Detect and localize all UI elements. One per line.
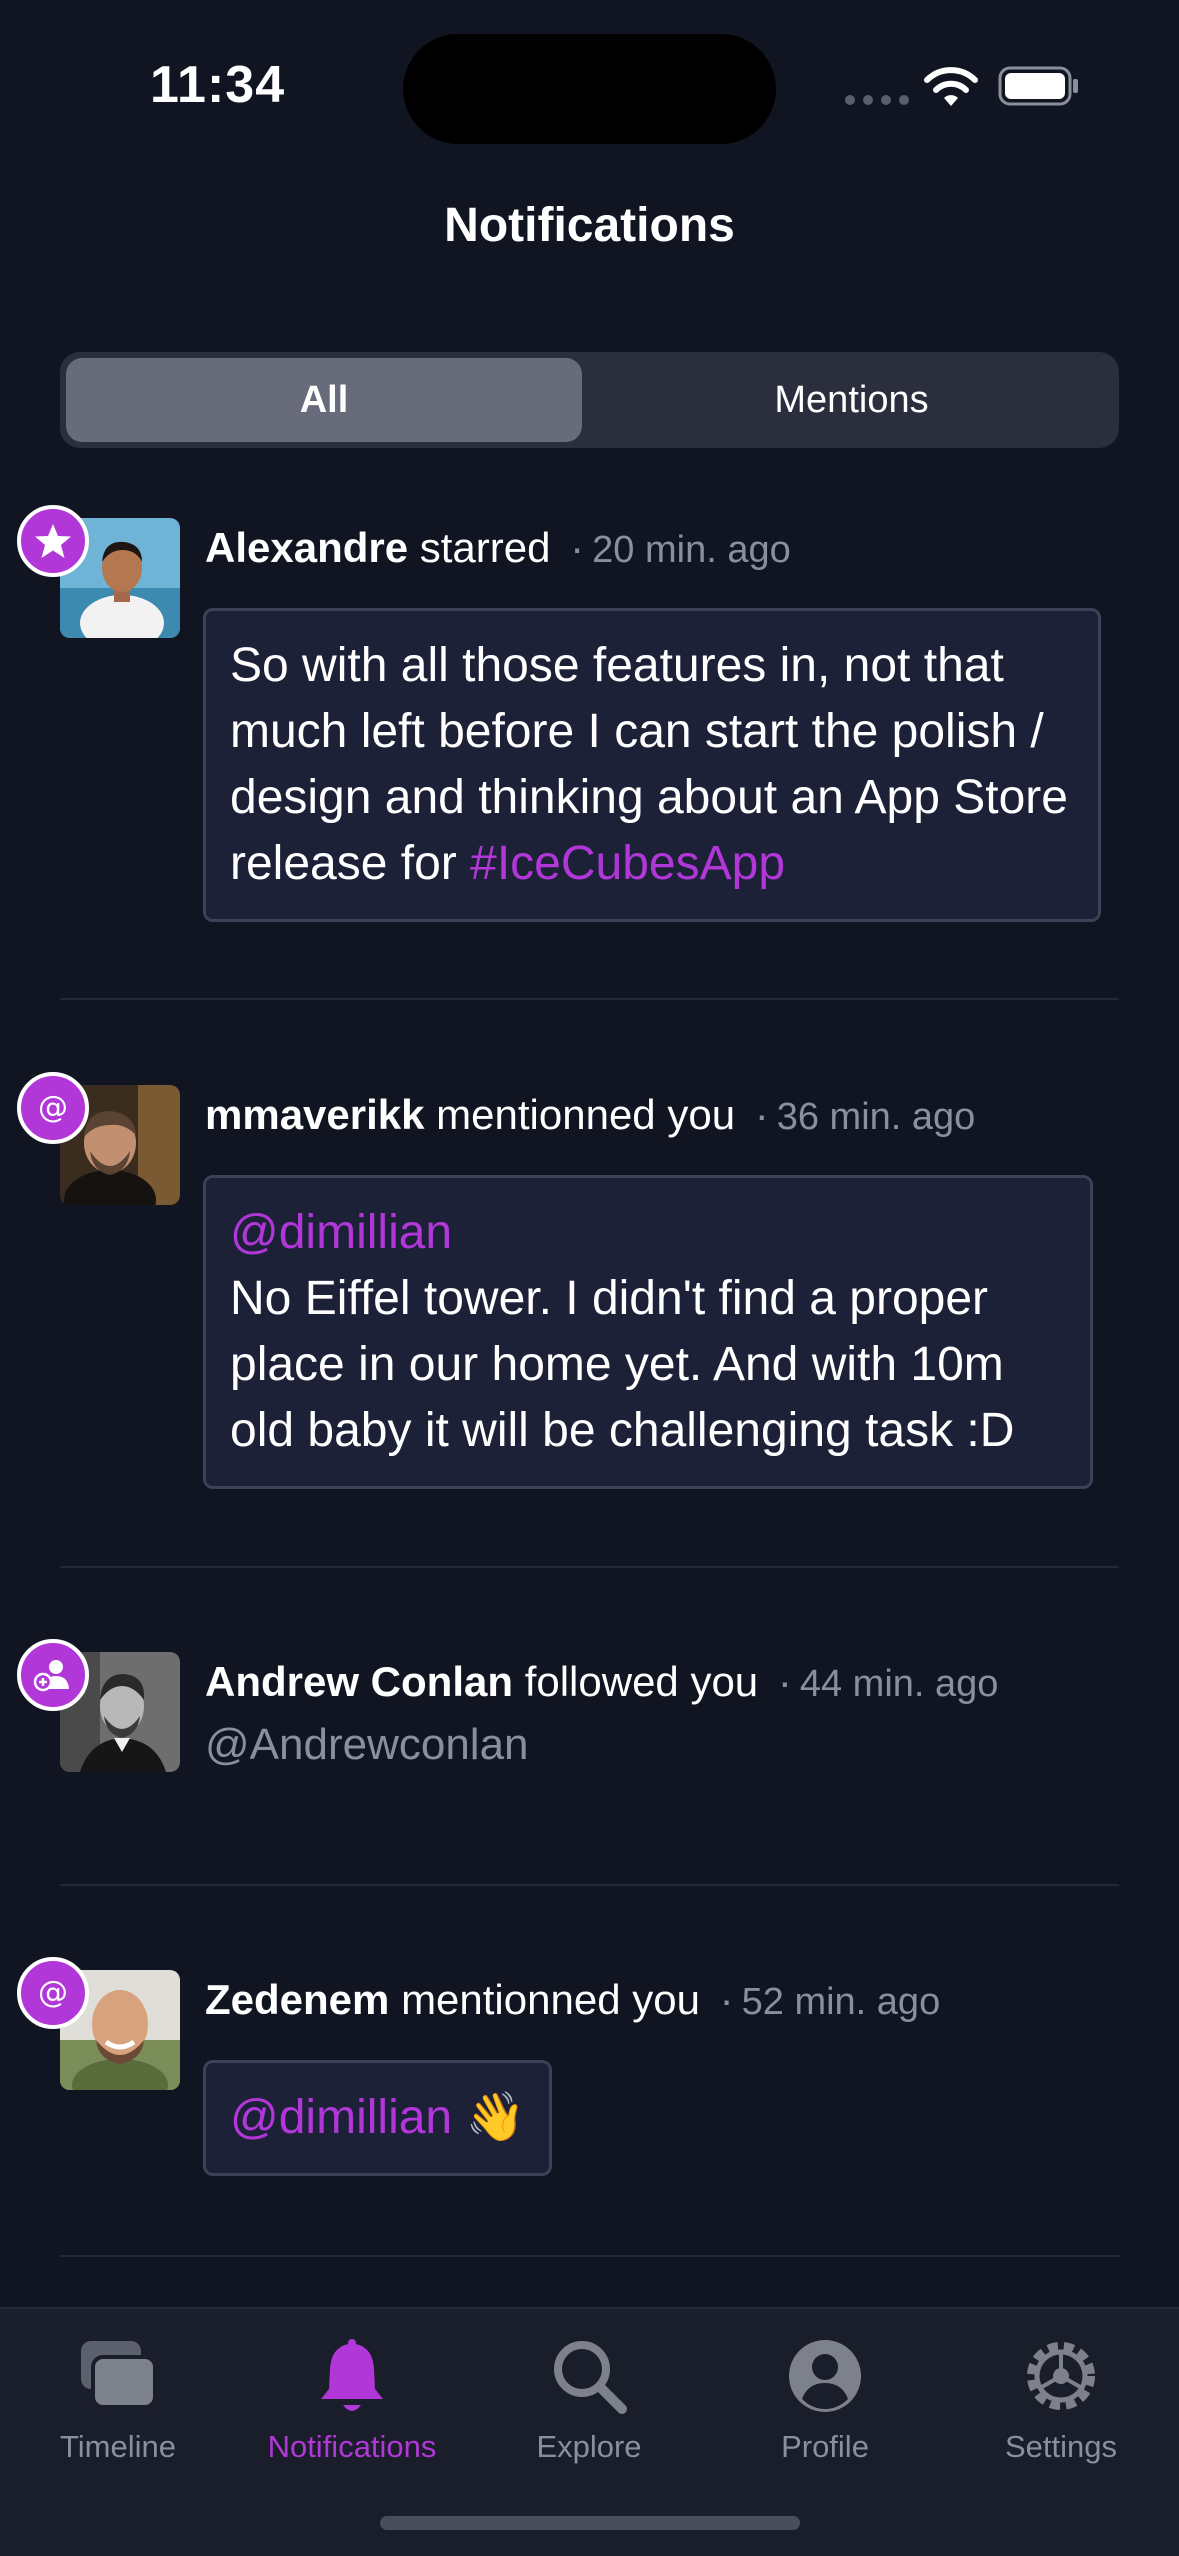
wifi-icon (924, 67, 978, 106)
account-name[interactable]: mmaverikk (205, 1091, 425, 1138)
hashtag-link[interactable]: #IceCubesApp (470, 837, 785, 890)
page-title: Notifications (444, 199, 735, 252)
mention-link[interactable]: @dimillian (230, 1200, 1066, 1266)
tab-notifications[interactable]: Notifications (234, 2331, 470, 2491)
divider (60, 998, 1119, 1000)
tab-label: Timeline (60, 2429, 176, 2464)
separator: · (754, 1091, 769, 1138)
cellular-signal-icon (845, 95, 909, 105)
timeline-icon (81, 2341, 157, 2409)
search-icon (554, 2341, 627, 2414)
status-card[interactable]: @dimillian No Eiffel tower. I didn't fin… (203, 1175, 1093, 1489)
time-ago: 44 min. ago (799, 1663, 999, 1705)
status-card[interactable]: @dimillian 👋 (203, 2060, 553, 2176)
at-icon: @ (17, 1957, 89, 2029)
separator: · (777, 1658, 792, 1705)
wave-emoji: 👋 (465, 2091, 526, 2144)
dynamic-island (403, 34, 776, 144)
account-name[interactable]: Andrew Conlan (205, 1658, 513, 1705)
separator: · (719, 1976, 734, 2023)
svg-text:@: @ (38, 1975, 68, 2010)
tab-profile[interactable]: Profile (707, 2331, 943, 2491)
notification-headline: Andrew Conlan followed you · 44 min. ago (205, 1658, 998, 1706)
separator: · (570, 524, 585, 571)
tab-settings[interactable]: Settings (943, 2331, 1179, 2491)
notification-action: mentionned you (401, 1976, 700, 2023)
star-icon (17, 505, 89, 577)
account-name[interactable]: Alexandre (205, 524, 408, 571)
notification-filter-segmented-control: All Mentions (60, 352, 1119, 448)
mention-link[interactable]: @dimillian (230, 2091, 452, 2144)
time-ago: 52 min. ago (741, 1981, 941, 2023)
time-ago: 20 min. ago (592, 529, 791, 571)
divider (60, 2255, 1119, 2257)
tab-label: Explore (536, 2429, 642, 2464)
notification-action: mentionned you (436, 1091, 736, 1138)
home-indicator (380, 2516, 800, 2530)
notification-action: followed you (524, 1658, 759, 1705)
person-add-icon (17, 1639, 89, 1711)
svg-text:@: @ (38, 1090, 68, 1125)
notification-headline: Alexandre starred · 20 min. ago (205, 524, 791, 572)
segment-mentions[interactable]: Mentions (590, 358, 1113, 442)
notification-headline: mmaverikk mentionned you · 36 min. ago (205, 1091, 975, 1139)
profile-icon (789, 2340, 861, 2412)
segment-all[interactable]: All (66, 358, 582, 442)
at-icon: @ (17, 1072, 89, 1144)
divider (60, 1566, 1119, 1568)
notification-headline: Zedenem mentionned you · 52 min. ago (205, 1976, 940, 2024)
time-ago: 36 min. ago (776, 1096, 976, 1138)
tab-label: Notifications (267, 2429, 437, 2464)
battery-icon (998, 66, 1078, 106)
account-handle[interactable]: @Andrewconlan (205, 1720, 529, 1770)
bell-icon (321, 2339, 383, 2411)
status-card[interactable]: So with all those features in, not that … (203, 608, 1101, 922)
status-time: 11:34 (150, 56, 286, 114)
tab-label: Settings (1004, 2429, 1117, 2464)
gear-icon (1027, 2342, 1095, 2410)
tab-label: Profile (781, 2429, 869, 2464)
notification-action: starred (419, 524, 551, 571)
tab-explore[interactable]: Explore (471, 2331, 707, 2491)
account-name[interactable]: Zedenem (205, 1976, 389, 2023)
status-bar: 11:34 (0, 0, 1179, 180)
divider (60, 1884, 1119, 1886)
tab-timeline[interactable]: Timeline (0, 2331, 236, 2491)
status-text: No Eiffel tower. I didn't find a proper … (230, 1272, 1015, 1457)
